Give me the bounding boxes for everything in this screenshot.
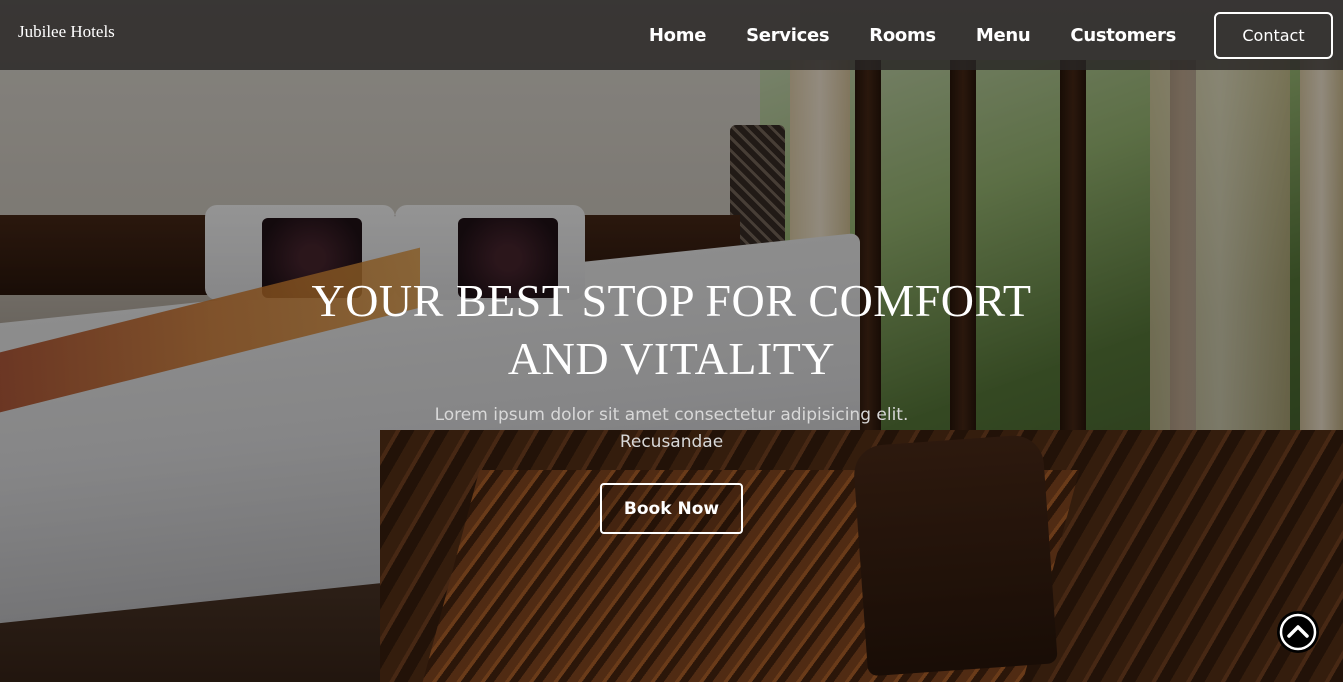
scroll-to-top-button[interactable] [1277, 611, 1319, 653]
nav-link-rooms[interactable]: Rooms [869, 25, 936, 46]
hero-title: YOUR BEST STOP FOR COMFORT AND VITALITY [311, 275, 1032, 384]
nav-links: Home Services Rooms Menu Customers Conta… [629, 11, 1333, 59]
chevron-up-circle-icon [1279, 613, 1317, 651]
page: Jubilee Hotels Home Services Rooms Menu … [0, 0, 1343, 682]
hero-subtitle: Lorem ipsum dolor sit amet consectetur a… [434, 405, 909, 452]
book-now-button[interactable]: Book Now [600, 483, 743, 534]
nav-link-customers[interactable]: Customers [1070, 25, 1176, 46]
brand-logo-text[interactable]: Jubilee Hotels [18, 22, 115, 42]
hero-content: YOUR BEST STOP FOR COMFORT AND VITALITY … [0, 272, 1343, 534]
nav-link-menu[interactable]: Menu [976, 25, 1031, 46]
contact-button[interactable]: Contact [1214, 11, 1333, 59]
nav-link-services[interactable]: Services [746, 25, 829, 46]
top-navbar: Jubilee Hotels Home Services Rooms Menu … [0, 0, 1343, 70]
nav-link-home[interactable]: Home [649, 25, 707, 46]
